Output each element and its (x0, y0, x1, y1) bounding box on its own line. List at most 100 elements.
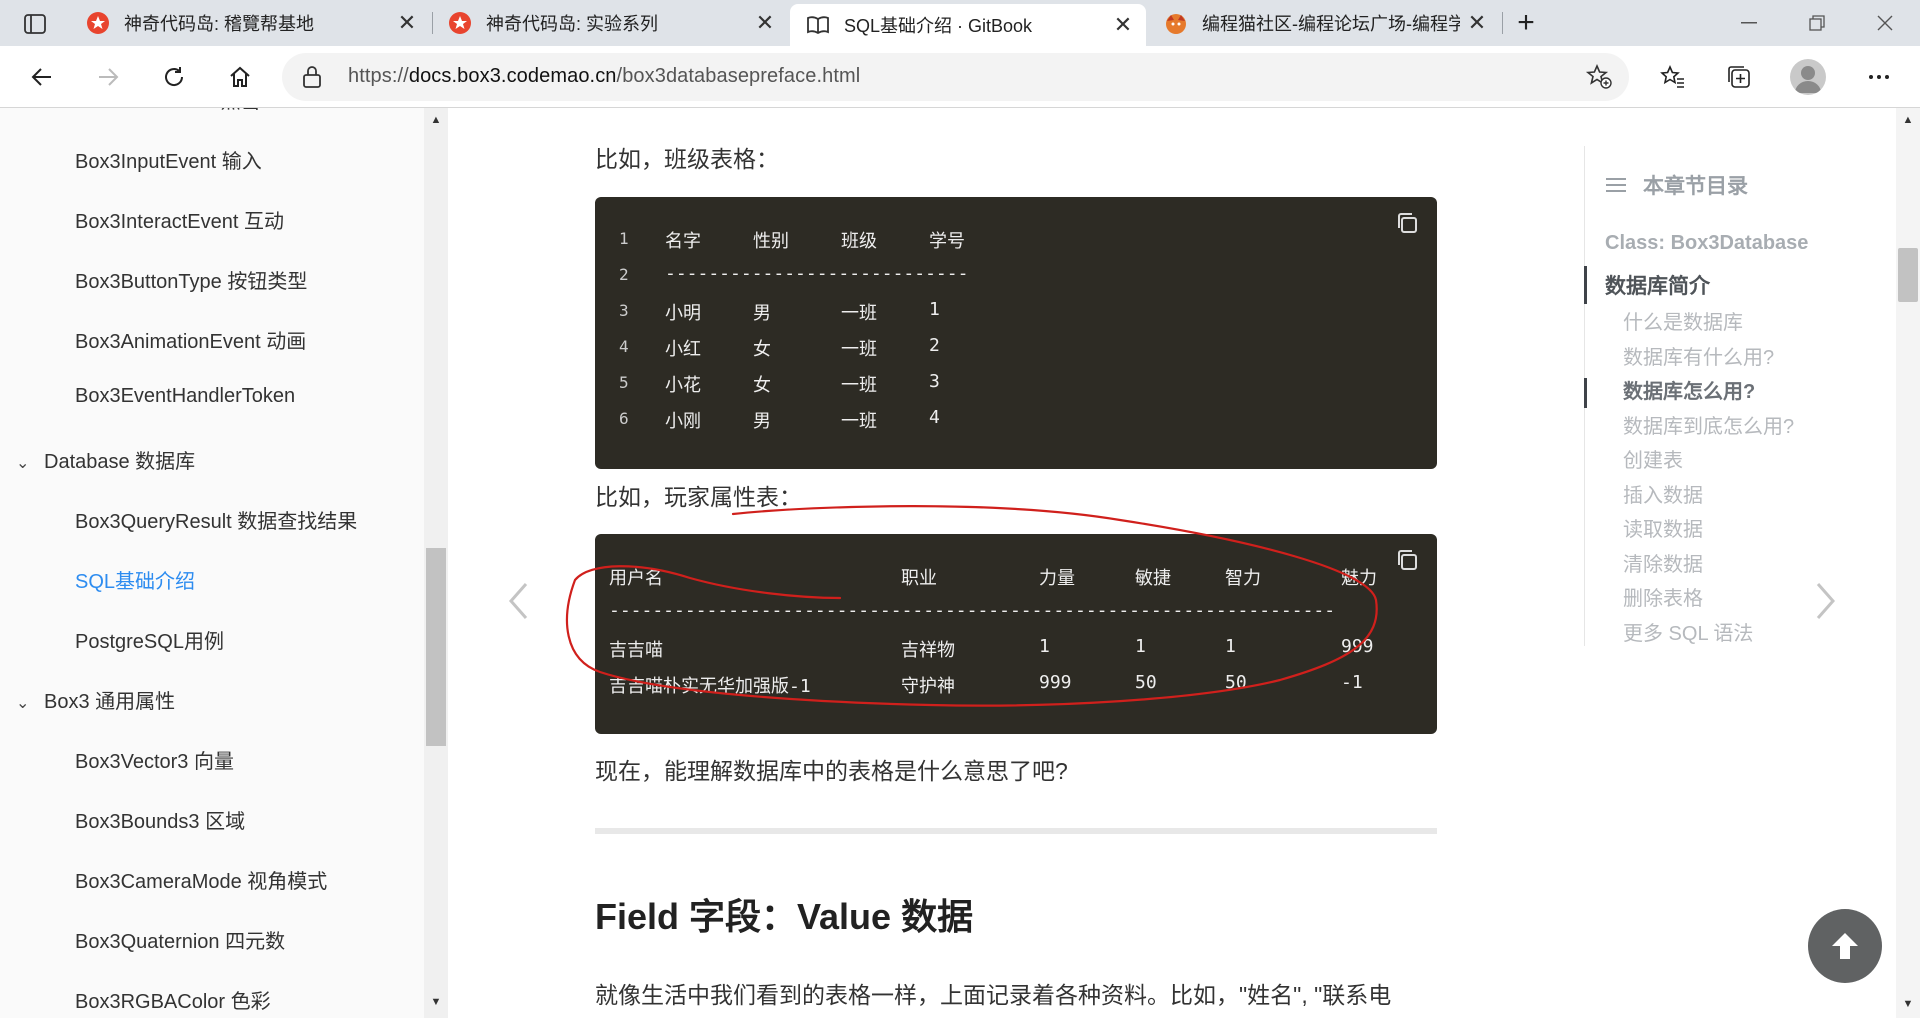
toc-item[interactable]: 读取数据 (1623, 513, 1703, 542)
sidebar-item[interactable]: Box3ClickEvent 点击 (75, 108, 261, 114)
sidebar-item-label: Box3Vector3 向量 (75, 751, 234, 773)
copy-icon[interactable] (1395, 548, 1419, 572)
code-cell: 1 (1135, 636, 1146, 657)
toc-section-intro[interactable]: 数据库简介 (1605, 270, 1710, 300)
back-to-top-button[interactable] (1808, 909, 1882, 983)
sidebar-item[interactable]: Box3Vector3 向量 (75, 745, 234, 774)
code-block-player-table: 用户名 职业 力量 敏捷 智力 魅力 ---------------------------… (595, 534, 1437, 734)
tab-2[interactable]: 神奇代码岛: 实验系列 ✕ (432, 0, 788, 46)
toc-item[interactable]: 什么是数据库 (1623, 306, 1743, 335)
toc-item[interactable]: 清除数据 (1623, 548, 1703, 577)
close-icon (1877, 15, 1893, 31)
page-scrollbar-thumb[interactable] (1898, 248, 1918, 302)
url-path: /box3databasepreface.html (616, 65, 861, 87)
code-block-class-table: 1 2 3 4 5 6 名字 性别 班级 学号 --------------------------… (595, 197, 1437, 469)
scroll-down-icon[interactable]: ▼ (1901, 998, 1915, 1012)
toc-item[interactable]: 更多 SQL 语法 (1623, 617, 1753, 646)
chevron-down-icon: ⌄ (16, 455, 30, 472)
tab-title: SQL基础介绍 · GitBook (844, 16, 1033, 36)
line-number: 6 (619, 409, 629, 428)
code-cell: 男 (753, 411, 771, 432)
sidebar-item[interactable]: ⌄ Database 数据库 (16, 445, 195, 474)
sidebar-item[interactable]: Box3InputEvent 输入 (75, 145, 262, 174)
sidebar-item[interactable]: Box3CameraMode 视角模式 (75, 865, 327, 894)
favorites-button[interactable] (1652, 57, 1694, 97)
sidebar-item[interactable]: Box3InteractEvent 互动 (75, 205, 284, 234)
sidebar-item-label: Box3QueryResult 数据查找结果 (75, 511, 358, 533)
home-button[interactable] (220, 57, 260, 97)
tab-actions-icon (24, 14, 46, 34)
sidebar-item[interactable]: ⌄ Box3 通用属性 (16, 685, 175, 714)
toc-class-title[interactable]: Class: Box3Database (1605, 232, 1808, 255)
copy-icon[interactable] (1395, 211, 1419, 235)
page-scrollbar[interactable] (1896, 108, 1920, 1018)
toc-item[interactable]: 数据库有什么用? (1623, 341, 1774, 370)
sidebar-item[interactable]: Box3Quaternion 四元数 (75, 925, 285, 954)
sidebar-item-label: Box3 通用属性 (44, 691, 176, 713)
code-header-cell: 学号 (929, 231, 965, 252)
arrow-right-icon (99, 68, 119, 86)
sidebar-item[interactable]: PostgreSQL用例 (75, 625, 224, 654)
sidebar-item[interactable]: Box3ButtonType 按钮类型 (75, 265, 307, 294)
code-cell: -1 (1341, 672, 1363, 693)
close-tab-icon[interactable]: ✕ (396, 10, 418, 35)
tab-actions-button[interactable] (14, 9, 56, 39)
toc-item[interactable]: 数据库怎么用? (1623, 375, 1755, 404)
close-tab-icon[interactable]: ✕ (1466, 10, 1488, 35)
previous-page-button[interactable] (498, 576, 538, 626)
toc-item[interactable]: 插入数据 (1623, 479, 1703, 508)
code-header-cell: 魅力 (1341, 568, 1377, 589)
restore-button[interactable] (1788, 0, 1846, 46)
settings-more-button[interactable] (1858, 57, 1900, 97)
sidebar-item[interactable]: Box3AnimationEvent 动画 (75, 325, 306, 354)
line-number: 1 (619, 229, 629, 248)
code-cell: 小明 (665, 303, 701, 324)
profile-avatar[interactable] (1790, 59, 1826, 95)
line-number: 2 (619, 265, 629, 284)
more-dots-icon (1869, 75, 1889, 79)
code-cell: 吉吉喵朴实无华加强版-1 (609, 676, 811, 697)
code-cell: 50 (1135, 672, 1157, 693)
code-cell: 守护神 (901, 676, 955, 697)
tab-4[interactable]: 编程猫社区-编程论坛广场-编程学 ✕ (1148, 0, 1500, 46)
tab-3-active[interactable]: SQL基础介绍 · GitBook ✕ (790, 4, 1146, 46)
url-text[interactable]: https://docs.box3.codemao.cn/box3databas… (348, 65, 860, 88)
close-window-button[interactable] (1856, 0, 1914, 46)
close-tab-icon[interactable]: ✕ (754, 10, 776, 35)
sidebar-item[interactable]: Box3EventHandlerToken (75, 385, 295, 408)
new-tab-button[interactable]: + (1508, 6, 1544, 40)
forward-button[interactable] (88, 57, 128, 97)
sidebar-item[interactable]: Box3Bounds3 区域 (75, 805, 245, 834)
code-cell: 小红 (665, 339, 701, 360)
sidebar-item[interactable]: SQL基础介绍 (75, 565, 195, 594)
scroll-down-icon[interactable]: ▼ (429, 996, 443, 1010)
scroll-up-icon[interactable]: ▲ (429, 114, 443, 128)
address-bar[interactable]: https://docs.box3.codemao.cn/box3databas… (282, 53, 1629, 101)
lock-icon[interactable] (302, 65, 322, 89)
code-cell: 小刚 (665, 411, 701, 432)
tab-title: 神奇代码岛: 稽覽帮基地 (124, 14, 315, 34)
add-favorite-icon[interactable] (1585, 63, 1613, 91)
toc-item[interactable]: 数据库到底怎么用? (1623, 410, 1794, 439)
code-separator: ----------------------------------------… (609, 600, 1336, 621)
tab-1[interactable]: 神奇代码岛: 稽覽帮基地 ✕ (70, 0, 430, 46)
home-icon (230, 66, 250, 87)
sidebar-item-label: Box3AnimationEvent 动画 (75, 331, 307, 353)
back-button[interactable] (22, 57, 62, 97)
collections-button[interactable] (1718, 57, 1760, 97)
toc-active-marker (1584, 266, 1587, 304)
close-tab-icon[interactable]: ✕ (1112, 12, 1134, 37)
toc-header: 本章节目录 (1605, 170, 1748, 200)
sidebar-item-label: PostgreSQL用例 (75, 631, 224, 653)
toc-item[interactable]: 删除表格 (1623, 582, 1703, 611)
refresh-button[interactable] (154, 57, 194, 97)
code-cell: 1 (929, 299, 940, 320)
code-cell: 1 (1225, 636, 1236, 657)
sidebar-scrollbar-thumb[interactable] (426, 548, 446, 746)
code-cell: 吉吉喵 (609, 640, 663, 661)
scroll-up-icon[interactable]: ▲ (1901, 114, 1915, 128)
sidebar-item[interactable]: Box3RGBAColor 色彩 (75, 985, 271, 1014)
sidebar-item[interactable]: Box3QueryResult 数据查找结果 (75, 505, 357, 534)
minimize-button[interactable] (1720, 0, 1778, 46)
toc-item[interactable]: 创建表 (1623, 444, 1683, 473)
